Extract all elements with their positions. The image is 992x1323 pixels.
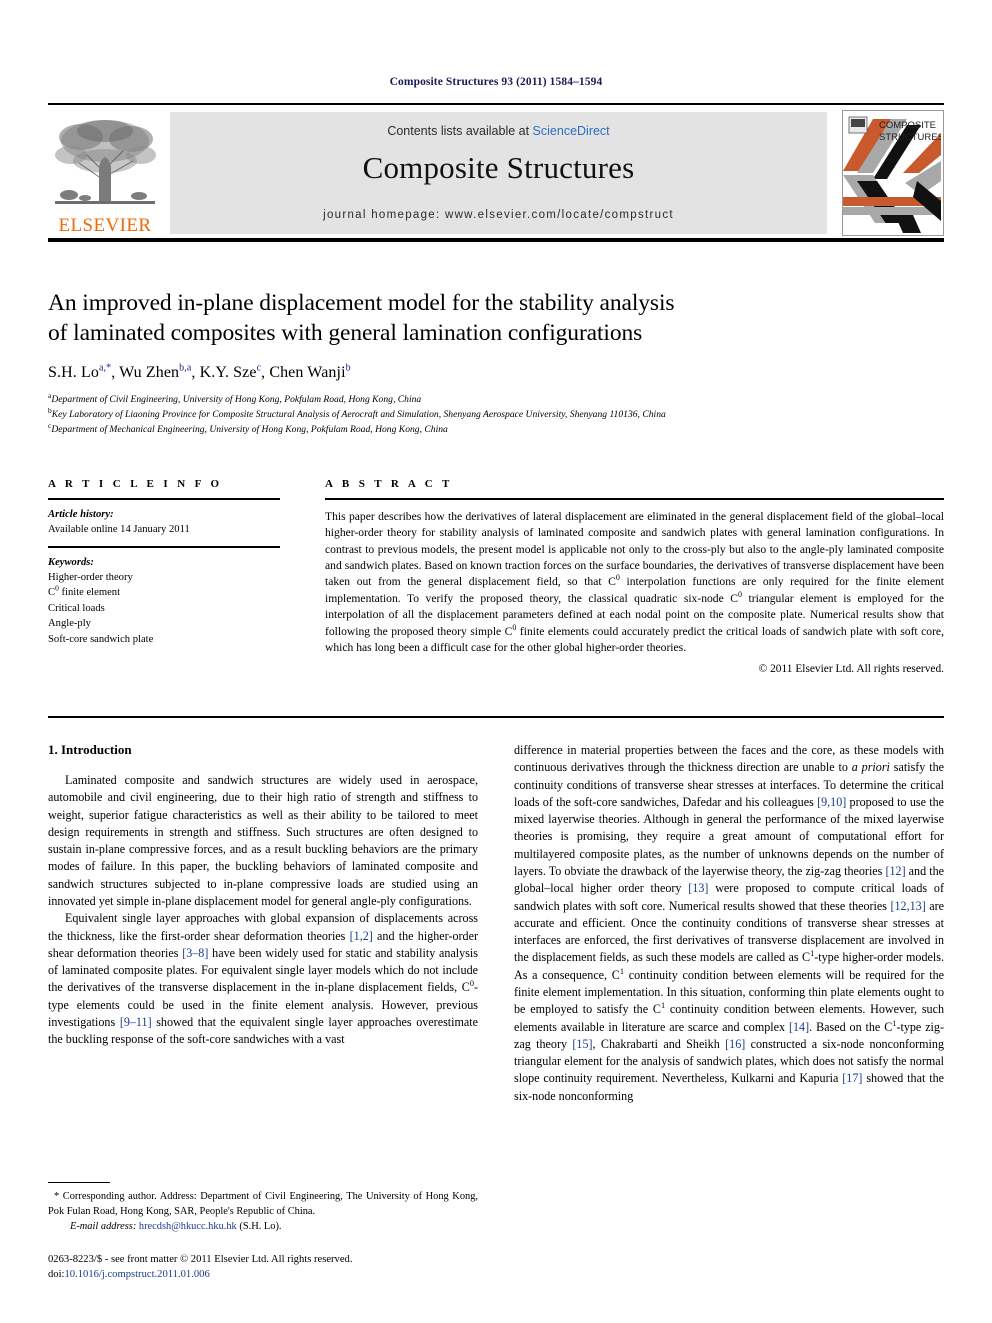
contents-lists-line: Contents lists available at ScienceDirec… <box>170 124 827 138</box>
body-paragraph: difference in material properties betwee… <box>514 742 944 1105</box>
masthead-top-rule <box>48 103 944 105</box>
journal-masthead: ELSEVIER Contents lists available at Sci… <box>48 110 944 238</box>
title-line-1: An improved in-plane displacement model … <box>48 290 675 316</box>
keywords-rule <box>48 546 280 548</box>
author-affil-mark: b,a <box>179 362 192 374</box>
author-name: S.H. Lo <box>48 364 99 382</box>
affiliation-list: aDepartment of Civil Engineering, Univer… <box>48 392 908 438</box>
article-info-heading: A R T I C L E I N F O <box>48 478 223 490</box>
section-heading-introduction: 1. Introduction <box>48 742 132 757</box>
citation-ref[interactable]: [14] <box>789 1020 809 1034</box>
abstract-text: This paper describes how the derivatives… <box>325 509 944 657</box>
author-name: K.Y. Sze <box>199 364 257 382</box>
article-history-value: Available online 14 January 2011 <box>48 523 190 535</box>
doi-label: doi: <box>48 1269 65 1281</box>
masthead-panel: Contents lists available at ScienceDirec… <box>170 112 827 234</box>
email-owner: (S.H. Lo). <box>239 1220 282 1232</box>
doi-link[interactable]: 10.1016/j.compstruct.2011.01.006 <box>64 1269 209 1280</box>
body-column-left: 1. Introduction Laminated composite and … <box>48 742 478 1049</box>
page-title: An improved in-plane displacement model … <box>48 288 908 348</box>
keyword-item: Critical loads <box>48 602 105 614</box>
svg-text:STRUCTURES: STRUCTURES <box>879 132 941 143</box>
journal-title: Composite Structures <box>362 150 635 185</box>
running-head: Composite Structures 93 (2011) 1584–1594 <box>389 76 603 88</box>
elsevier-tree-icon <box>55 120 156 204</box>
affiliation-item: bKey Laboratory of Liaoning Province for… <box>48 407 908 423</box>
abstract-copyright: © 2011 Elsevier Ltd. All rights reserved… <box>758 662 944 675</box>
contents-prefix: Contents lists available at <box>387 124 533 138</box>
abstract-heading: A B S T R A C T <box>325 478 453 490</box>
italic-phrase: a priori <box>851 760 890 775</box>
email-label: E-mail address: <box>70 1220 137 1232</box>
author-affil-mark: b <box>345 362 351 374</box>
journal-cover-thumbnail: COMPOSITE STRUCTURES <box>842 110 944 236</box>
issn-copyright-block: 0263-8223/$ - see front matter © 2011 El… <box>48 1252 518 1283</box>
elsevier-logo: ELSEVIER <box>48 110 162 238</box>
abstract-column: A B S T R A C T This paper describes how… <box>325 478 944 675</box>
issn-line: 0263-8223/$ - see front matter © 2011 El… <box>48 1254 353 1265</box>
paragraph-part: . Based on the C <box>809 1019 893 1034</box>
affiliation-text: Department of Civil Engineering, Univers… <box>51 394 422 406</box>
article-info-rule <box>48 498 280 500</box>
abstract-rule <box>325 498 944 500</box>
paragraph-part: , Chakrabarti and Sheikh <box>592 1036 726 1051</box>
body-paragraph: Laminated composite and sandwich structu… <box>48 773 478 908</box>
citation-ref[interactable]: [13] <box>688 881 708 895</box>
citation-ref[interactable]: [15] <box>572 1037 592 1051</box>
affiliation-text: Key Laboratory of Liaoning Province for … <box>51 409 666 421</box>
footnote-area: * Corresponding author. Address: Departm… <box>48 1182 478 1234</box>
keyword-item: Soft-core sandwich plate <box>48 633 154 645</box>
affiliation-item: aDepartment of Civil Engineering, Univer… <box>48 392 908 408</box>
body-column-right: difference in material properties betwee… <box>514 742 944 1105</box>
title-line-2: of laminated composites with general lam… <box>48 320 643 347</box>
keywords-label: Keywords: <box>48 556 94 568</box>
elsevier-wordmark: ELSEVIER <box>58 215 152 236</box>
citation-ref[interactable]: [17] <box>842 1071 862 1085</box>
keyword-item: Angle-ply <box>48 618 91 630</box>
journal-homepage-link[interactable]: journal homepage: www.elsevier.com/locat… <box>170 209 827 221</box>
email-link[interactable]: hrecdsh@hkucc.hku.hk <box>139 1221 237 1232</box>
author-affil-mark: c <box>256 362 262 374</box>
body-paragraph: Equivalent single layer approaches with … <box>48 910 478 1048</box>
article-info-column: A R T I C L E I N F O Article history: A… <box>48 478 280 647</box>
author-list: S.H. Loa,*, Wu Zhenb,a, K.Y. Szec, Chen … <box>48 362 351 382</box>
email-note: E-mail address: hrecdsh@hkucc.hku.hk (S.… <box>48 1220 478 1235</box>
keyword-item: C0 finite element <box>48 585 280 600</box>
affiliation-text: Department of Mechanical Engineering, Un… <box>51 423 448 435</box>
article-history-label: Article history: <box>48 508 114 520</box>
keywords-group: Keywords: Higher-order theory C0 finite … <box>48 555 280 647</box>
author-name: Wu Zhen <box>119 364 180 382</box>
citation-ref[interactable]: [16] <box>725 1037 745 1051</box>
corresponding-author-note: * Corresponding author. Address: Departm… <box>48 1190 478 1220</box>
citation-ref[interactable]: [12,13] <box>890 899 925 913</box>
abstract-bottom-rule <box>48 716 944 718</box>
affiliation-item: cDepartment of Mechanical Engineering, U… <box>48 421 908 438</box>
paper-page: Composite Structures 93 (2011) 1584–1594 <box>0 0 992 1323</box>
title-block: An improved in-plane displacement model … <box>48 288 908 438</box>
cover-art-icon: COMPOSITE STRUCTURES <box>843 111 943 233</box>
sciencedirect-link[interactable]: ScienceDirect <box>533 124 610 138</box>
doi-line: doi:10.1016/j.compstruct.2011.01.006 <box>48 1267 518 1282</box>
citation-ref[interactable]: [3–8] <box>182 946 208 960</box>
citation-ref[interactable]: [9,10] <box>817 795 846 809</box>
masthead-bottom-rule <box>48 238 944 242</box>
article-history-group: Article history: Available online 14 Jan… <box>48 507 280 538</box>
svg-text:COMPOSITE: COMPOSITE <box>879 120 936 131</box>
keyword-c-rest: finite element <box>58 587 121 599</box>
author-affil-mark: a,* <box>98 362 112 374</box>
citation-ref[interactable]: [12] <box>885 864 905 878</box>
citation-ref[interactable]: [9–11] <box>120 1015 152 1029</box>
footnote-divider <box>48 1182 110 1184</box>
footnote-text: Corresponding author. Address: Departmen… <box>48 1191 478 1217</box>
citation-ref[interactable]: [1,2] <box>350 929 373 943</box>
author-name: Chen Wanji <box>269 364 346 382</box>
keyword-item: Higher-order theory <box>48 572 133 584</box>
